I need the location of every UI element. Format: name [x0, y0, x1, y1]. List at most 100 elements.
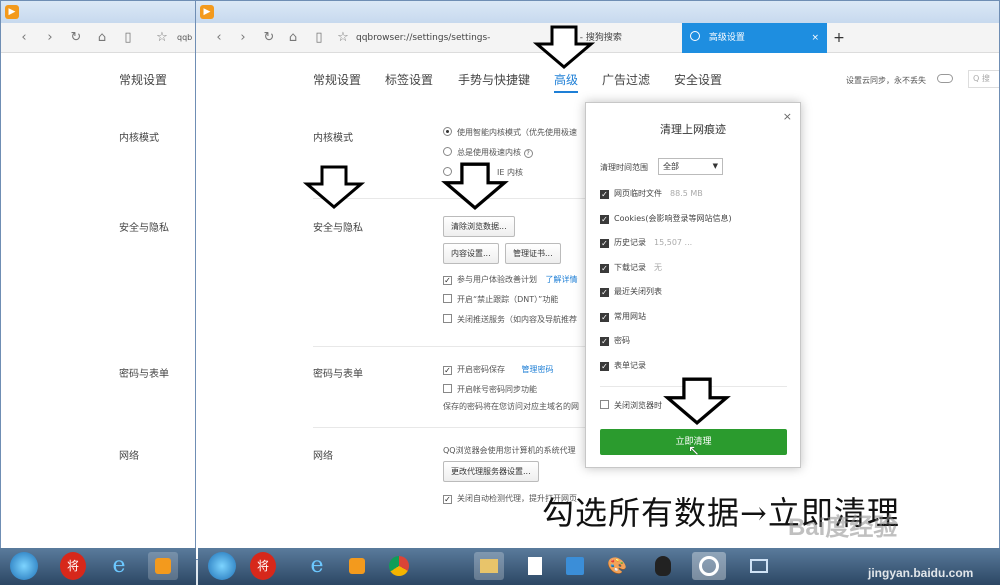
kernel-option-speed[interactable]: 总是使用极速内核 ?	[443, 147, 533, 158]
nav-bar: ‹ › ↻ ⌂ ▯ ☆ qqbrowser://settings/setting…	[196, 23, 999, 53]
qq-browser-app-icon: ▶	[5, 5, 19, 19]
ie-browser-icon[interactable]: e	[104, 552, 134, 580]
back-section-network: 网络	[119, 451, 139, 462]
checkbox-icon	[443, 314, 452, 323]
ie-browser-icon[interactable]: e	[302, 552, 332, 580]
window-switcher-icon[interactable]	[744, 552, 774, 580]
home-icon[interactable]: ⌂	[93, 29, 111, 47]
qq-browser-icon	[155, 558, 171, 574]
menu-advanced[interactable]: 高级	[554, 71, 579, 93]
time-range-select[interactable]: 全部 ▼	[658, 158, 723, 175]
refresh-icon[interactable]: ↻	[260, 29, 278, 47]
help-icon[interactable]: ?	[523, 149, 533, 158]
bookmarks-icon[interactable]: ▯	[310, 29, 328, 47]
active-app-icon[interactable]	[692, 552, 726, 580]
checkbox-checked-icon: ✓	[600, 215, 609, 224]
tab-close-icon[interactable]: ×	[811, 23, 819, 53]
chrome-logo	[389, 556, 409, 576]
chrome-icon[interactable]	[384, 552, 414, 580]
clear-item-history[interactable]: ✓ 历史记录 15,507 ...	[600, 237, 692, 248]
back-icon[interactable]: ‹	[15, 29, 33, 47]
item-label: 最近关闭列表	[614, 287, 662, 296]
item-label: 表单记录	[614, 361, 646, 370]
office-app-icon[interactable]	[560, 552, 590, 580]
home-icon[interactable]: ⌂	[284, 29, 302, 47]
back-menu-general[interactable]: 常规设置	[119, 71, 167, 88]
save-password-checkbox[interactable]: ✓ 开启密码保存 管理密码	[443, 364, 554, 375]
option-label: 开启帐号密码同步功能	[457, 385, 537, 394]
checkbox-icon	[443, 294, 452, 303]
forward-icon[interactable]: ›	[41, 29, 59, 47]
item-label: Cookies(会影响登录等网站信息)	[614, 214, 732, 223]
item-count: 15,507 ...	[654, 238, 693, 247]
settings-search-input[interactable]: Q 搜	[968, 70, 999, 88]
qq-browser-app-icon: ▶	[200, 5, 214, 19]
clear-item-recently-closed[interactable]: ✓ 最近关闭列表	[600, 286, 662, 297]
option-label: 关闭推送服务（如内容及导航推荐	[457, 315, 577, 324]
qq-browser-taskbar-icon[interactable]	[148, 552, 178, 580]
qq-messenger-icon[interactable]	[648, 552, 678, 580]
star-icon[interactable]: ☆	[153, 29, 171, 47]
item-label: 历史记录	[614, 238, 646, 247]
item-size: 88.5 MB	[670, 189, 703, 198]
content-settings-button[interactable]: 内容设置...	[443, 243, 499, 264]
chess-app-icon[interactable]: 将	[250, 552, 276, 580]
windows-start-icon[interactable]	[208, 552, 236, 580]
item-count: 无	[654, 263, 662, 272]
new-tab-button[interactable]: +	[830, 29, 848, 47]
qq-penguin-icon	[655, 556, 671, 576]
menu-general[interactable]: 常规设置	[313, 71, 361, 88]
option-label: 参与用户体验改善计划	[457, 275, 537, 284]
bookmarks-icon[interactable]: ▯	[119, 29, 137, 47]
change-proxy-button[interactable]: 更改代理服务器设置...	[443, 461, 539, 482]
clear-item-passwords[interactable]: ✓ 密码	[600, 335, 630, 346]
ux-improvement-checkbox[interactable]: ✓ 参与用户体验改善计划 了解详情	[443, 274, 578, 285]
document-icon[interactable]	[520, 552, 550, 580]
chevron-down-icon: ▼	[712, 162, 718, 170]
chess-app-icon[interactable]: 将	[60, 552, 86, 580]
down-arrow-icon	[533, 25, 595, 69]
menu-gestures[interactable]: 手势与快捷键	[458, 71, 530, 88]
time-range-value: 全部	[663, 162, 679, 171]
forward-icon[interactable]: ›	[234, 29, 252, 47]
clear-item-cookies[interactable]: ✓ Cookies(会影响登录等网站信息)	[600, 213, 732, 224]
clear-item-downloads[interactable]: ✓ 下载记录无	[600, 262, 662, 273]
clear-browsing-data-button[interactable]: 清除浏览数据...	[443, 216, 515, 237]
close-browser-clear-checkbox[interactable]: 关闭浏览器时	[600, 400, 662, 411]
password-sync-checkbox[interactable]: 开启帐号密码同步功能	[443, 384, 537, 395]
checkbox-checked-icon: ✓	[443, 276, 452, 285]
dnt-checkbox[interactable]: 开启“禁止跟踪（DNT）”功能	[443, 294, 558, 305]
clear-item-frequent-sites[interactable]: ✓ 常用网站	[600, 311, 646, 322]
manage-certificates-button[interactable]: 管理证书...	[505, 243, 561, 264]
menu-ad-filter[interactable]: 广告过滤	[602, 71, 650, 88]
manage-passwords-link[interactable]: 管理密码	[522, 365, 554, 374]
mouse-cursor-icon: ↖	[688, 443, 700, 459]
option-label: 开启密码保存	[457, 365, 505, 374]
tab-advanced-settings[interactable]: 高级设置 ×	[682, 23, 827, 53]
menu-tabs[interactable]: 标签设置	[385, 71, 433, 88]
option-label: 使用智能内核模式（优先使用极速	[457, 128, 577, 137]
address-bar-text[interactable]: qqb	[177, 33, 192, 42]
down-arrow-icon	[303, 165, 365, 209]
dialog-title: 清理上网痕迹	[660, 123, 726, 136]
item-label: 关闭浏览器时	[614, 401, 662, 410]
refresh-icon[interactable]: ↻	[67, 29, 85, 47]
nav-bar: ‹ › ↻ ⌂ ▯ ☆ qqb	[1, 23, 195, 53]
kernel-option-smart[interactable]: 使用智能内核模式（优先使用极速	[443, 127, 577, 138]
sync-toggle[interactable]	[937, 74, 953, 83]
push-service-checkbox[interactable]: 关闭推送服务（如内容及导航推荐	[443, 314, 577, 325]
time-range-label: 清理时间范围	[600, 163, 648, 172]
paint-icon[interactable]: 🎨	[602, 552, 632, 580]
learn-more-link[interactable]: 了解详情	[546, 275, 578, 284]
menu-security[interactable]: 安全设置	[674, 71, 722, 88]
address-bar[interactable]: qqbrowser://settings/settings-	[346, 23, 516, 53]
windows-start-icon[interactable]	[10, 552, 38, 580]
qq-browser-taskbar-icon[interactable]	[342, 552, 372, 580]
clear-item-forms[interactable]: ✓ 表单记录	[600, 360, 646, 371]
back-section-password: 密码与表单	[119, 369, 169, 380]
clear-item-cache[interactable]: ✓ 网页临时文件 88.5 MB	[600, 188, 703, 199]
section-kernel-title: 内核模式	[313, 133, 353, 144]
file-manager-icon[interactable]	[474, 552, 504, 580]
back-icon[interactable]: ‹	[210, 29, 228, 47]
item-label: 网页临时文件	[614, 189, 662, 198]
